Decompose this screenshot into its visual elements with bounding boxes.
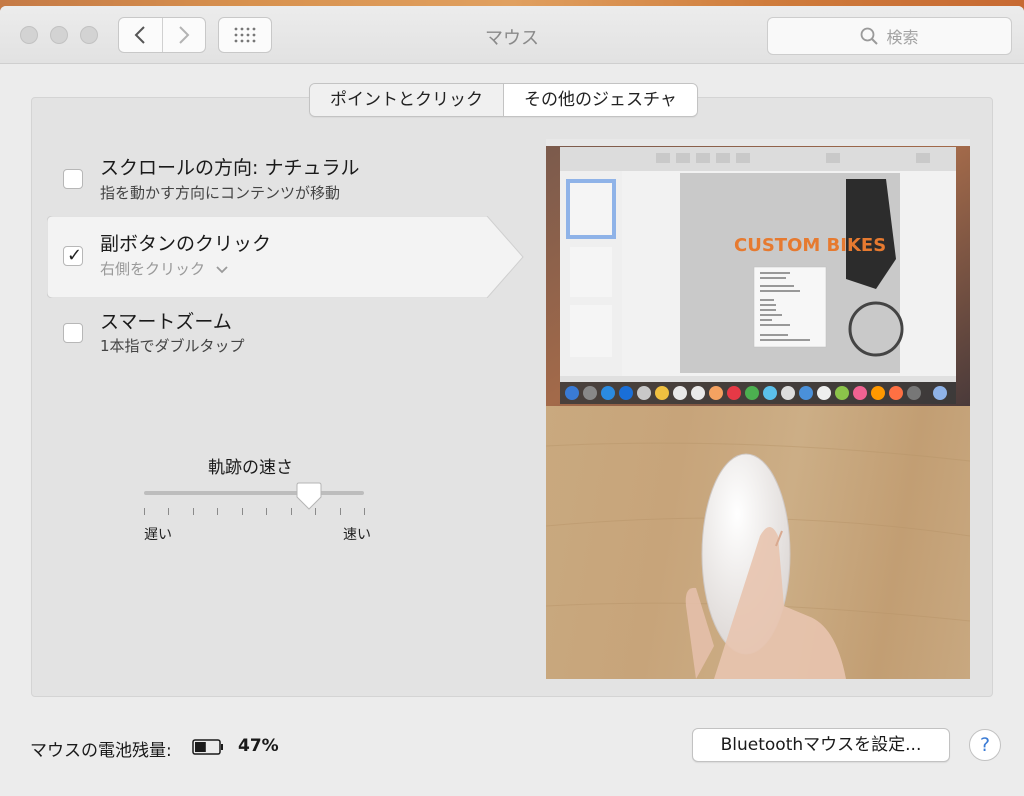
tracking-speed-knob[interactable] <box>296 482 322 510</box>
help-button[interactable]: ? <box>969 729 1001 761</box>
scroll-direction-checkbox[interactable] <box>63 169 83 189</box>
slider-tick <box>144 508 145 515</box>
battery-value: 47% <box>238 736 279 756</box>
preview-screenshot-image: CUSTOM BIKES <box>546 139 970 406</box>
search-placeholder: 検索 <box>886 28 919 47</box>
settings-panel: スクロールの方向: ナチュラル 指を動かす方向にコンテンツが移動 ✓ 副ボタンの… <box>31 97 993 697</box>
slider-tick <box>339 508 341 515</box>
smart-zoom-checkbox[interactable] <box>63 323 83 343</box>
tracking-speed-track[interactable] <box>144 491 364 495</box>
preferences-window: マウス 検索 ポイントとクリック その他のジェスチャ スクロールの方向: ナチュ… <box>0 6 1024 796</box>
chevron-down-icon <box>216 266 228 274</box>
slider-tick <box>364 508 365 515</box>
search-icon <box>861 27 879 45</box>
tracking-speed-title: 軌跡の速さ <box>208 458 293 478</box>
option-subtitle: 指を動かす方向にコンテンツが移動 <box>100 184 341 202</box>
slider-tick <box>266 508 268 515</box>
checkmark-icon: ✓ <box>67 245 83 266</box>
preview-heading: CUSTOM BIKES <box>734 235 886 256</box>
slider-tick <box>290 508 292 515</box>
gesture-preview-video: CUSTOM BIKES <box>546 139 970 679</box>
battery-icon <box>192 739 223 755</box>
secondary-click-dropdown[interactable]: 右側をクリック <box>100 258 228 279</box>
slider-tick <box>192 508 194 515</box>
preview-desk <box>546 406 970 679</box>
slider-tick <box>217 508 219 515</box>
preview-screen: CUSTOM BIKES <box>546 139 970 406</box>
slider-min-label: 遅い <box>144 527 172 543</box>
slider-tick <box>168 508 170 515</box>
slider-max-label: 速い <box>343 527 371 543</box>
tab-point-and-click[interactable]: ポイントとクリック <box>310 84 503 116</box>
secondary-click-checkbox[interactable]: ✓ <box>63 245 83 266</box>
tab-more-gestures[interactable]: その他のジェスチャ <box>503 84 697 116</box>
titlebar: マウス 検索 <box>0 6 1024 64</box>
battery-label: マウスの電池残量: <box>30 741 172 761</box>
setup-bluetooth-mouse-button[interactable]: Bluetoothマウスを設定... <box>692 728 950 762</box>
search-field[interactable]: 検索 <box>767 17 1012 55</box>
option-title: 副ボタンのクリック <box>100 233 272 255</box>
option-title: スクロールの方向: ナチュラル <box>100 157 360 179</box>
mouse-and-hand-image <box>546 442 970 679</box>
tab-bar: ポイントとクリック その他のジェスチャ <box>309 83 698 117</box>
option-subtitle: 右側をクリック <box>100 260 206 278</box>
slider-tick <box>241 508 243 515</box>
option-subtitle: 1本指でダブルタップ <box>100 337 245 355</box>
option-title: スマートズーム <box>100 311 232 333</box>
